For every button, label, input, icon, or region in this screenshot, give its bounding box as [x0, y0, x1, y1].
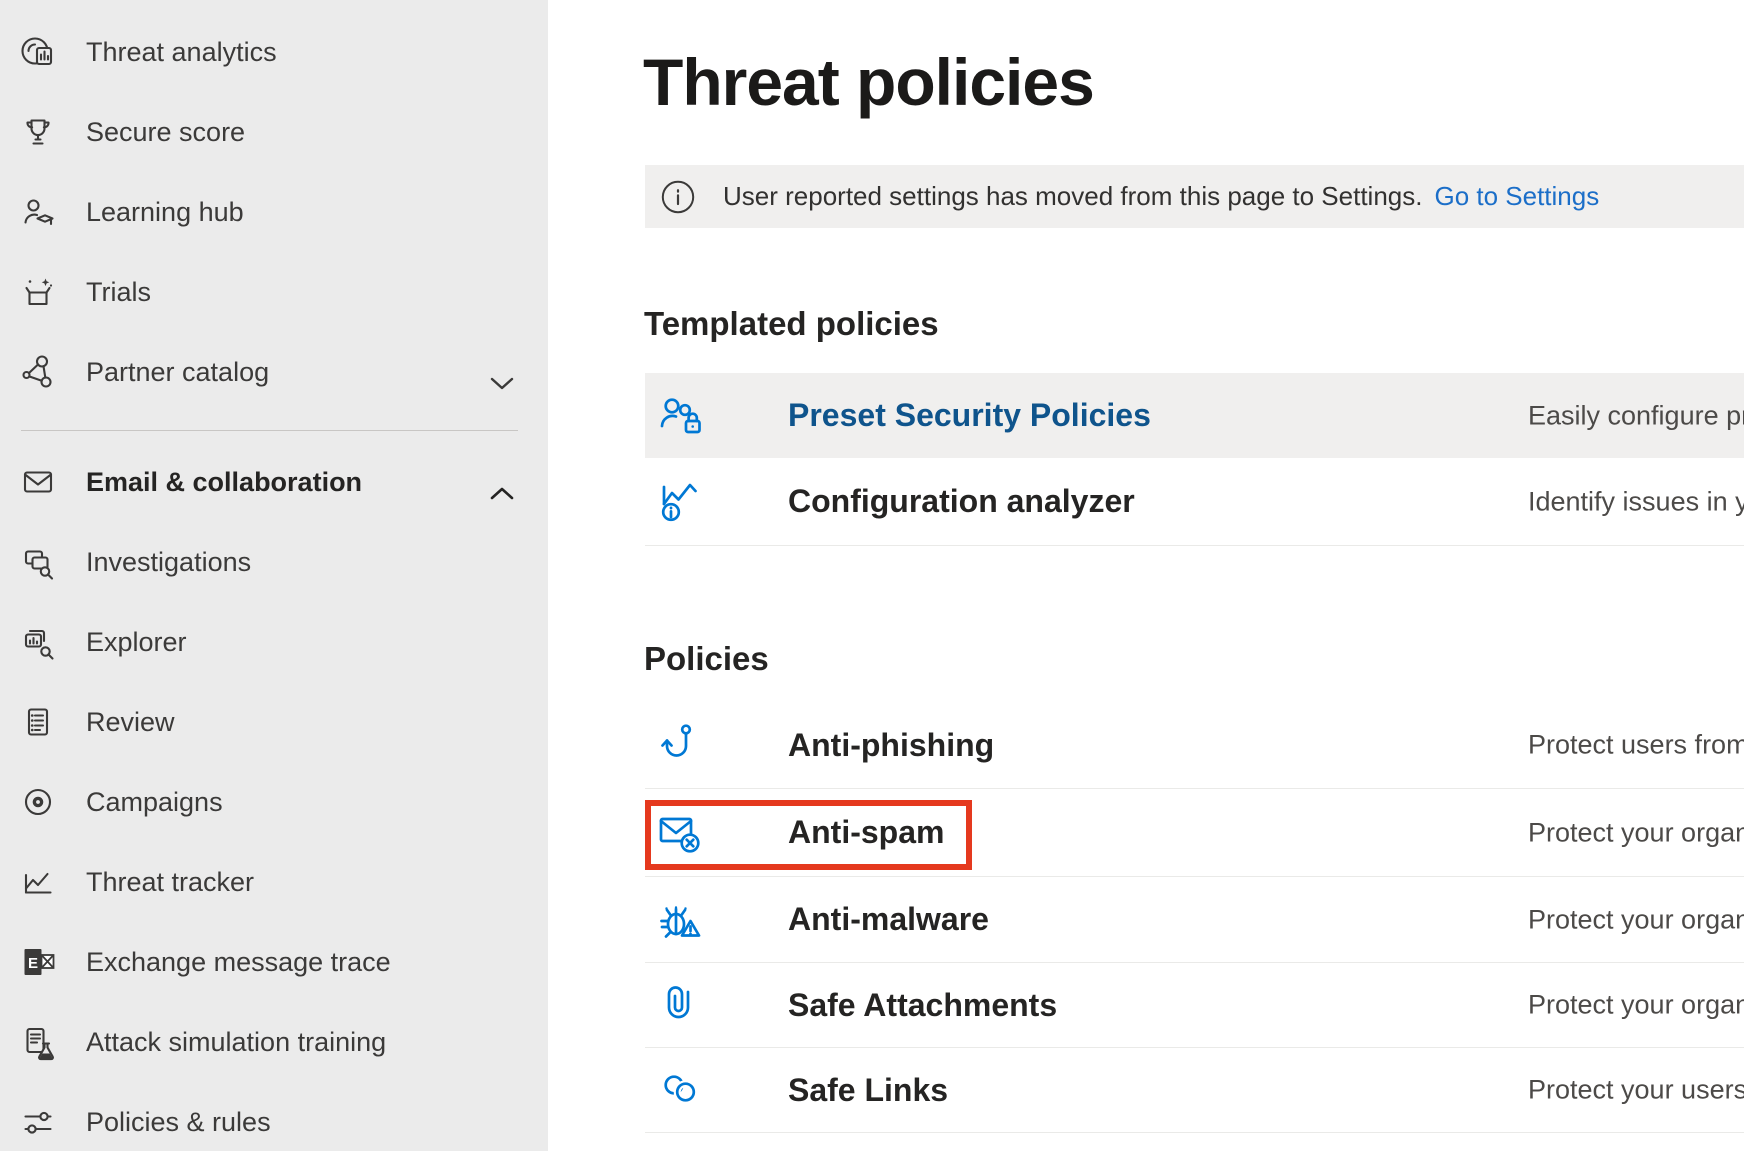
row-description: Protect your organiz — [1528, 904, 1744, 935]
sidebar-item-label: Trials — [86, 277, 151, 308]
threat-tracker-icon — [18, 862, 58, 902]
row-preset-security-policies[interactable]: Preset Security Policies Easily configur… — [645, 373, 1744, 458]
explorer-icon — [18, 622, 58, 662]
row-anti-phishing[interactable]: Anti-phishing Protect users from p — [645, 702, 1744, 789]
left-nav-sidebar: Threat analytics Secure score Learning h… — [0, 0, 548, 1151]
sidebar-item-label: Explorer — [86, 627, 187, 658]
page-title: Threat policies — [643, 49, 1094, 115]
review-icon — [18, 702, 58, 742]
sidebar-item-label: Learning hub — [86, 197, 244, 228]
sidebar-item-threat-analytics[interactable]: Threat analytics — [0, 12, 548, 92]
sidebar-item-label: Secure score — [86, 117, 245, 148]
sidebar-item-email-collaboration[interactable]: Email & collaboration — [0, 442, 548, 522]
campaigns-icon — [18, 782, 58, 822]
threat-policies-page: { "sidebar": { "items": [ { "label": "Th… — [0, 0, 1744, 1151]
sidebar-item-secure-score[interactable]: Secure score — [0, 92, 548, 172]
safe-attachments-icon — [645, 979, 717, 1031]
info-banner: User reported settings has moved from th… — [645, 165, 1744, 228]
chevron-up-icon[interactable] — [490, 476, 514, 507]
partner-catalog-icon — [18, 352, 58, 392]
row-name[interactable]: Safe Links — [788, 1072, 948, 1109]
sidebar-item-label: Exchange message trace — [86, 947, 391, 978]
chevron-down-icon[interactable] — [490, 366, 514, 397]
row-description: Protect your organiz — [1528, 990, 1744, 1021]
row-name[interactable]: Configuration analyzer — [788, 483, 1135, 520]
sidebar-item-label: Campaigns — [86, 787, 223, 818]
sidebar-item-label: Investigations — [86, 547, 251, 578]
learning-hub-icon — [18, 192, 58, 232]
sidebar-item-investigations[interactable]: Investigations — [0, 522, 548, 602]
row-description: Identify issues in you — [1528, 486, 1744, 517]
sidebar-item-review[interactable]: Review — [0, 682, 548, 762]
sidebar-item-policies-rules[interactable]: Policies & rules — [0, 1082, 548, 1151]
row-safe-links[interactable]: Safe Links Protect your users fr — [645, 1048, 1744, 1133]
go-to-settings-link[interactable]: Go to Settings — [1434, 181, 1599, 212]
secure-score-icon — [18, 112, 58, 152]
attack-simulation-icon — [18, 1022, 58, 1062]
row-configuration-analyzer[interactable]: Configuration analyzer Identify issues i… — [645, 458, 1744, 546]
row-name[interactable]: Anti-phishing — [788, 727, 994, 764]
exchange-icon: E — [18, 942, 58, 982]
preset-security-icon — [645, 390, 717, 442]
svg-text:E: E — [28, 955, 38, 972]
sidebar-divider — [21, 430, 518, 431]
policies-heading: Policies — [644, 642, 769, 675]
sidebar-item-trials[interactable]: Trials — [0, 252, 548, 332]
row-name[interactable]: Safe Attachments — [788, 987, 1057, 1024]
policies-rules-icon — [18, 1102, 58, 1142]
configuration-analyzer-icon — [645, 476, 717, 528]
templated-policies-heading: Templated policies — [644, 307, 939, 340]
sidebar-item-campaigns[interactable]: Campaigns — [0, 762, 548, 842]
row-anti-spam[interactable]: Anti-spam Protect your organiz — [645, 789, 1744, 877]
row-description: Protect your users fr — [1528, 1075, 1744, 1106]
anti-malware-icon — [645, 894, 717, 946]
main-content: Threat policies User reported settings h… — [548, 0, 1744, 1151]
sidebar-item-label: Email & collaboration — [86, 467, 362, 498]
row-description: Protect your organiz — [1528, 817, 1744, 848]
row-safe-attachments[interactable]: Safe Attachments Protect your organiz — [645, 963, 1744, 1048]
sidebar-item-label: Policies & rules — [86, 1107, 271, 1138]
row-name[interactable]: Anti-malware — [788, 901, 989, 938]
sidebar-item-label: Attack simulation training — [86, 1027, 386, 1058]
anti-phishing-icon — [645, 719, 717, 771]
info-icon — [661, 180, 695, 214]
row-description: Easily configure prot — [1528, 400, 1744, 431]
row-anti-malware[interactable]: Anti-malware Protect your organiz — [645, 877, 1744, 963]
sidebar-item-threat-tracker[interactable]: Threat tracker — [0, 842, 548, 922]
sidebar-item-learning-hub[interactable]: Learning hub — [0, 172, 548, 252]
sidebar-item-label: Threat tracker — [86, 867, 254, 898]
threat-analytics-icon — [18, 32, 58, 72]
sidebar-item-label: Review — [86, 707, 175, 738]
email-collaboration-icon — [18, 462, 58, 502]
investigations-icon — [18, 542, 58, 582]
row-name-link[interactable]: Preset Security Policies — [788, 397, 1151, 434]
sidebar-item-attack-simulation-training[interactable]: Attack simulation training — [0, 1002, 548, 1082]
sidebar-item-partner-catalog[interactable]: Partner catalog — [0, 332, 548, 412]
sidebar-item-explorer[interactable]: Explorer — [0, 602, 548, 682]
trials-icon — [18, 272, 58, 312]
sidebar-item-label: Threat analytics — [86, 37, 277, 68]
anti-spam-icon — [645, 807, 717, 859]
safe-links-icon — [645, 1064, 717, 1116]
banner-message: User reported settings has moved from th… — [723, 181, 1422, 212]
sidebar-item-label: Partner catalog — [86, 357, 269, 388]
sidebar-item-exchange-message-trace[interactable]: E Exchange message trace — [0, 922, 548, 1002]
row-name[interactable]: Anti-spam — [788, 814, 944, 851]
row-description: Protect users from p — [1528, 730, 1744, 761]
